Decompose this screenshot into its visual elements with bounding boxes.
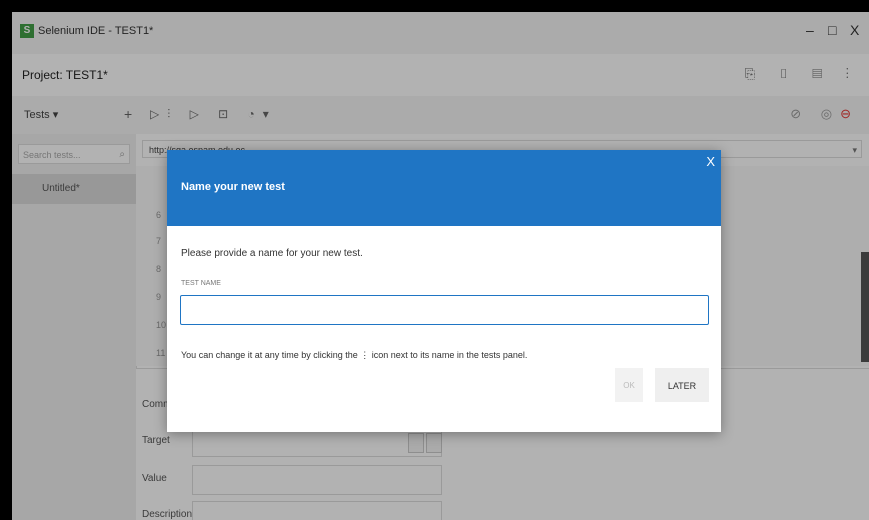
test-name-input[interactable] — [180, 295, 709, 325]
later-button[interactable]: LATER — [655, 368, 709, 402]
test-name-label: TEST NAME — [181, 280, 221, 287]
name-test-dialog: Name your new test X Please provide a na… — [167, 150, 721, 432]
dialog-description: Please provide a name for your new test. — [181, 248, 363, 259]
close-icon[interactable]: X — [706, 154, 715, 169]
ok-button[interactable]: OK — [615, 368, 643, 402]
dialog-hint: You can change it at any time by clickin… — [181, 350, 528, 360]
dialog-header: Name your new test X — [167, 150, 721, 226]
dialog-title: Name your new test — [181, 181, 285, 193]
